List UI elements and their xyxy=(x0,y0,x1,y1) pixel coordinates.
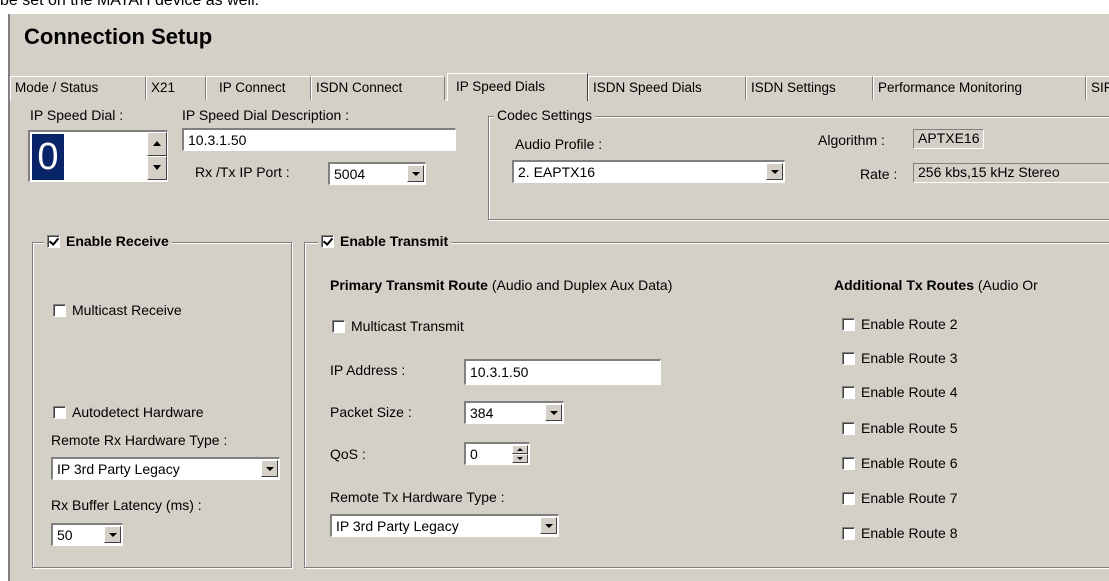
speed-dial-description-label: IP Speed Dial Description : xyxy=(182,107,350,123)
enable-transmit-label: Enable Transmit xyxy=(340,233,449,249)
packet-size-dropdown[interactable]: 384 xyxy=(464,401,564,424)
chevron-down-icon[interactable] xyxy=(407,165,424,182)
additional-routes-title: Additional Tx Routes xyxy=(834,277,974,293)
checkbox-icon[interactable] xyxy=(842,386,855,399)
page-title: Connection Setup xyxy=(24,24,213,49)
speed-dial-spinner[interactable]: 0 xyxy=(28,130,168,182)
algorithm-value: APTXE16 xyxy=(913,129,985,149)
rx-hardware-type-label: Remote Rx Hardware Type : xyxy=(51,432,228,448)
tx-hardware-type-value: IP 3rd Party Legacy xyxy=(336,518,459,534)
tab-ip-speed-dials[interactable]: IP Speed Dials xyxy=(447,73,588,101)
qos-label: QoS : xyxy=(330,446,366,462)
enable-receive-checkbox[interactable]: Enable Receive xyxy=(44,233,172,249)
qos-value: 0 xyxy=(470,446,478,462)
packet-size-value: 384 xyxy=(470,405,494,421)
checkbox-icon[interactable] xyxy=(842,457,855,470)
chevron-down-icon[interactable] xyxy=(766,163,783,180)
primary-route-note: (Audio and Duplex Aux Data) xyxy=(491,277,673,293)
primary-route-heading: Primary Transmit Route (Audio and Duplex… xyxy=(330,277,672,293)
enable-transmit-checkbox[interactable]: Enable Transmit xyxy=(318,233,452,249)
enable-route-7-checkbox[interactable]: Enable Route 7 xyxy=(842,490,958,506)
enable-receive-label: Enable Receive xyxy=(66,233,169,249)
multicast-receive-checkbox[interactable]: Multicast Receive xyxy=(53,302,182,318)
tab-mode-status[interactable]: Mode / Status xyxy=(10,76,146,100)
chevron-down-icon[interactable] xyxy=(540,517,557,534)
tx-hardware-type-dropdown[interactable]: IP 3rd Party Legacy xyxy=(330,514,559,537)
tab-performance-monitoring[interactable]: Performance Monitoring xyxy=(873,76,1086,100)
autodetect-hardware-checkbox[interactable]: Autodetect Hardware xyxy=(53,404,204,420)
ip-address-label: IP Address : xyxy=(330,362,406,378)
speed-dial-label: IP Speed Dial : xyxy=(30,107,124,123)
audio-profile-dropdown[interactable]: 2. EAPTX16 xyxy=(512,160,785,183)
tab-sif[interactable]: SIF xyxy=(1086,76,1109,100)
multicast-receive-label: Multicast Receive xyxy=(72,302,182,318)
enable-route-8-checkbox[interactable]: Enable Route 8 xyxy=(842,525,958,541)
additional-routes-heading: Additional Tx Routes (Audio Or xyxy=(834,277,1038,293)
enable-route-4-checkbox[interactable]: Enable Route 4 xyxy=(842,384,958,400)
tx-hardware-type-label: Remote Tx Hardware Type : xyxy=(330,489,505,505)
enable-route-2-checkbox[interactable]: Enable Route 2 xyxy=(842,316,958,332)
audio-profile-value: 2. EAPTX16 xyxy=(518,164,596,180)
chevron-down-icon[interactable] xyxy=(104,526,121,543)
connection-setup-window: Connection Setup Mode / Status X21 IP Co… xyxy=(8,14,1109,581)
enable-route-8-label: Enable Route 8 xyxy=(861,525,958,541)
rx-hardware-type-dropdown[interactable]: IP 3rd Party Legacy xyxy=(51,457,280,480)
page-intro-text: be set on the MATAH device as well. xyxy=(0,0,260,9)
checkbox-checked-icon[interactable] xyxy=(47,235,60,248)
enable-route-3-label: Enable Route 3 xyxy=(861,350,958,366)
codec-settings-legend: Codec Settings xyxy=(494,107,595,123)
ip-port-dropdown[interactable]: 5004 xyxy=(328,162,426,185)
spin-up-icon[interactable] xyxy=(147,132,167,156)
audio-profile-label: Audio Profile : xyxy=(515,136,603,152)
ip-port-label: Rx /Tx IP Port : xyxy=(195,164,290,180)
checkbox-icon[interactable] xyxy=(53,406,66,419)
checkbox-icon[interactable] xyxy=(332,320,345,333)
enable-route-6-checkbox[interactable]: Enable Route 6 xyxy=(842,455,958,471)
rate-value: 256 kbs,15 kHz Stereo xyxy=(913,163,1109,183)
enable-route-7-label: Enable Route 7 xyxy=(861,490,958,506)
multicast-transmit-label: Multicast Transmit xyxy=(351,318,464,334)
checkbox-icon[interactable] xyxy=(53,304,66,317)
checkbox-checked-icon[interactable] xyxy=(321,235,334,248)
rx-buffer-latency-label: Rx Buffer Latency (ms) : xyxy=(51,497,202,513)
tab-isdn-connect[interactable]: ISDN Connect xyxy=(311,76,445,100)
tab-x21[interactable]: X21 xyxy=(146,76,206,100)
rx-buffer-latency-dropdown[interactable]: 50 xyxy=(51,523,123,546)
additional-routes-note: (Audio Or xyxy=(977,277,1038,293)
enable-route-4-label: Enable Route 4 xyxy=(861,384,958,400)
autodetect-hardware-label: Autodetect Hardware xyxy=(72,404,204,420)
primary-route-title: Primary Transmit Route xyxy=(330,277,488,293)
spin-up-icon[interactable] xyxy=(512,445,528,454)
enable-route-6-label: Enable Route 6 xyxy=(861,455,958,471)
enable-route-3-checkbox[interactable]: Enable Route 3 xyxy=(842,350,958,366)
rx-hardware-type-value: IP 3rd Party Legacy xyxy=(57,461,180,477)
speed-dial-value[interactable]: 0 xyxy=(32,134,64,180)
checkbox-icon[interactable] xyxy=(842,527,855,540)
checkbox-icon[interactable] xyxy=(842,352,855,365)
enable-route-5-checkbox[interactable]: Enable Route 5 xyxy=(842,420,958,436)
checkbox-icon[interactable] xyxy=(842,492,855,505)
enable-route-2-label: Enable Route 2 xyxy=(861,316,958,332)
tab-ip-connect[interactable]: IP Connect xyxy=(206,76,311,100)
qos-stepper[interactable]: 0 xyxy=(464,442,530,465)
checkbox-icon[interactable] xyxy=(842,318,855,331)
checkbox-icon[interactable] xyxy=(842,422,855,435)
chevron-down-icon[interactable] xyxy=(545,404,562,421)
multicast-transmit-checkbox[interactable]: Multicast Transmit xyxy=(332,318,464,334)
spin-down-icon[interactable] xyxy=(147,156,167,180)
enable-route-5-label: Enable Route 5 xyxy=(861,420,958,436)
ip-port-value: 5004 xyxy=(334,166,366,182)
algorithm-label: Algorithm : xyxy=(818,132,885,148)
chevron-down-icon[interactable] xyxy=(261,460,278,477)
ip-address-input[interactable]: 10.3.1.50 xyxy=(464,359,661,385)
tab-isdn-settings[interactable]: ISDN Settings xyxy=(746,76,873,100)
rate-label: Rate : xyxy=(860,166,898,182)
spin-down-icon[interactable] xyxy=(512,454,528,463)
packet-size-label: Packet Size : xyxy=(330,404,412,420)
speed-dial-description-input[interactable]: 10.3.1.50 xyxy=(182,128,456,151)
tab-isdn-speed-dials[interactable]: ISDN Speed Dials xyxy=(588,76,746,100)
rx-buffer-latency-value: 50 xyxy=(57,527,73,543)
